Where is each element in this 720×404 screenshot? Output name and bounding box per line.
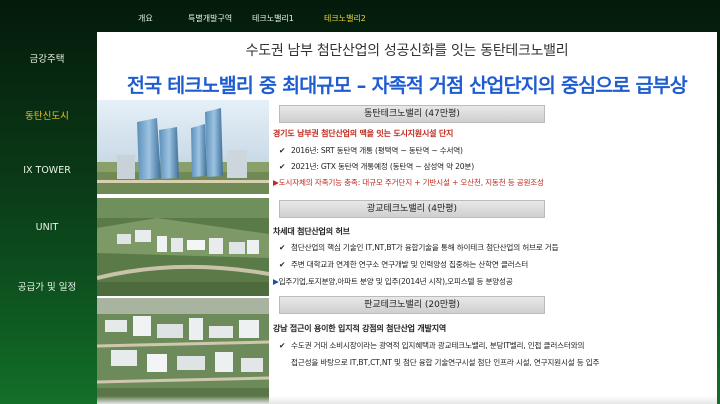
gwanggyo-photo: [97, 198, 269, 296]
content-panel: 수도권 남부 첨단산업의 성공신화를 잇는 동탄테크노밸리 전국 테크노밸리 중…: [97, 32, 717, 404]
pangyo-bullet-1: ✔ 수도권 거대 소비시장이라는 광역적 입지혜택과 광교테크노밸리, 분당IT벨…: [279, 341, 585, 350]
section-header-gwanggyo: 광교테크노밸리 (4만평): [279, 200, 545, 218]
tab-overview[interactable]: 개요: [138, 13, 153, 24]
sidenav-item-dongtan[interactable]: 동탄신도시: [0, 108, 94, 122]
tab-technovalley-2[interactable]: 테크노밸리2: [324, 13, 366, 24]
dongtan-lead: 경기도 남부권 첨단산업의 맥을 잇는 도시지원시설 단지: [273, 129, 454, 138]
tab-technovalley-1[interactable]: 테크노밸리1: [252, 13, 294, 24]
check-icon: ✔: [279, 260, 286, 269]
dongtan-extra: ▶도시자체의 자족기능 충족: 대규모 주거단지 + 기반시설 + 오산천, 지…: [273, 178, 544, 187]
dongtan-bullet-1: ✔ 2016년: SRT 동탄역 개통 (평택역 ~ 동탄역 ~ 수서역): [279, 146, 463, 155]
sidenav-item-supply-schedule[interactable]: 공급가 및 일정: [0, 279, 94, 293]
panel-bottom-fade: [97, 396, 717, 404]
tab-special-development-zone[interactable]: 특별개발구역: [188, 13, 232, 24]
pangyo-photo: [97, 298, 269, 404]
gwanggyo-lead: 차세대 첨단산업의 허브: [273, 227, 350, 236]
pangyo-bullet-1-continuation: 접근성을 바탕으로 IT,BT,CT,NT 및 첨단 융합 기술연구시설 첨단 …: [291, 358, 600, 367]
dongtan-photo: [97, 100, 269, 194]
sidenav-item-geumgang[interactable]: 금강주택: [0, 51, 94, 65]
sidenav-item-ix-tower[interactable]: IX TOWER: [0, 165, 94, 176]
page-headline: 전국 테크노밸리 중 최대규모 – 자족적 거점 산업단지의 중심으로 급부상: [127, 74, 688, 97]
dongtan-bullet-2: ✔ 2021년: GTX 동탄역 개통예정 (동탄역 ~ 삼성역 약 20분): [279, 162, 474, 171]
check-icon: ✔: [279, 341, 286, 350]
gwanggyo-bullet-1: ✔ 첨단산업의 핵심 기술인 IT,NT,BT가 융합기술을 통해 하이테크 첨단…: [279, 243, 559, 252]
check-icon: ✔: [279, 243, 286, 252]
check-icon: ✔: [279, 146, 286, 155]
gwanggyo-bullet-2: ✔ 주변 대학교과 연계한 연구소 연구개발 및 인력양성 집중하는 산학연 클러…: [279, 260, 529, 269]
pangyo-lead: 강남 접근이 용이한 입지적 강점의 첨단산업 개발지역: [273, 324, 447, 333]
section-header-dongtan: 동탄테크노밸리 (47만평): [279, 105, 545, 123]
check-icon: ✔: [279, 162, 286, 171]
page-subtitle: 수도권 남부 첨단산업의 성공신화를 잇는 동탄테크노밸리: [245, 43, 569, 59]
section-header-pangyo: 판교테크노밸리 (20만평): [279, 296, 545, 314]
sidenav-item-unit[interactable]: UNIT: [0, 222, 94, 233]
gwanggyo-extra: ▶입주기업,토지분양,아파트 분양 및 입주(2014년 시작),오피스텔 등 …: [273, 277, 513, 286]
